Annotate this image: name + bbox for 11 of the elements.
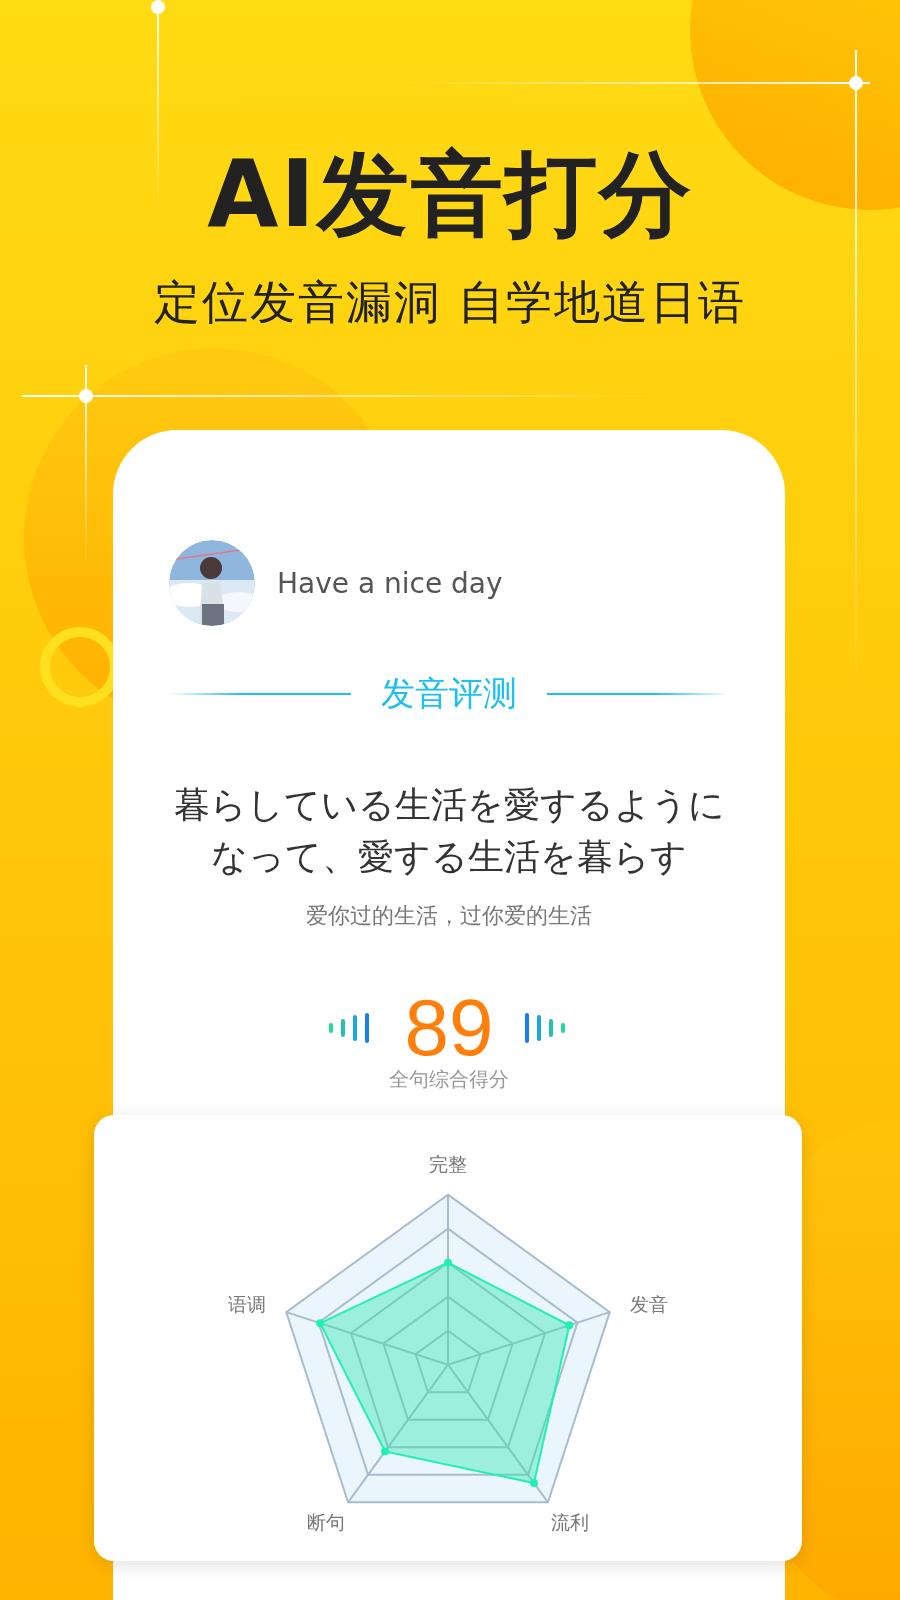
axis-label: 断句 — [306, 1511, 345, 1533]
headline: AI发音打分 — [207, 140, 693, 250]
user-name: Have a nice day — [277, 566, 503, 600]
translation-text: 爱你过的生活，过你爱的生活 — [306, 902, 592, 930]
axis-label: 流利 — [551, 1511, 590, 1533]
sentence-text: 暮らしている生活を愛するようになって、愛する生活を暮らす — [172, 783, 726, 879]
axis-label: 语调 — [227, 1294, 266, 1316]
section-title: 发音评测 — [381, 672, 517, 715]
subtitle: 定位发音漏洞 自学地道日语 — [153, 274, 747, 331]
axis-label: 完整 — [429, 1153, 467, 1175]
axis-label: 发音 — [630, 1294, 669, 1316]
